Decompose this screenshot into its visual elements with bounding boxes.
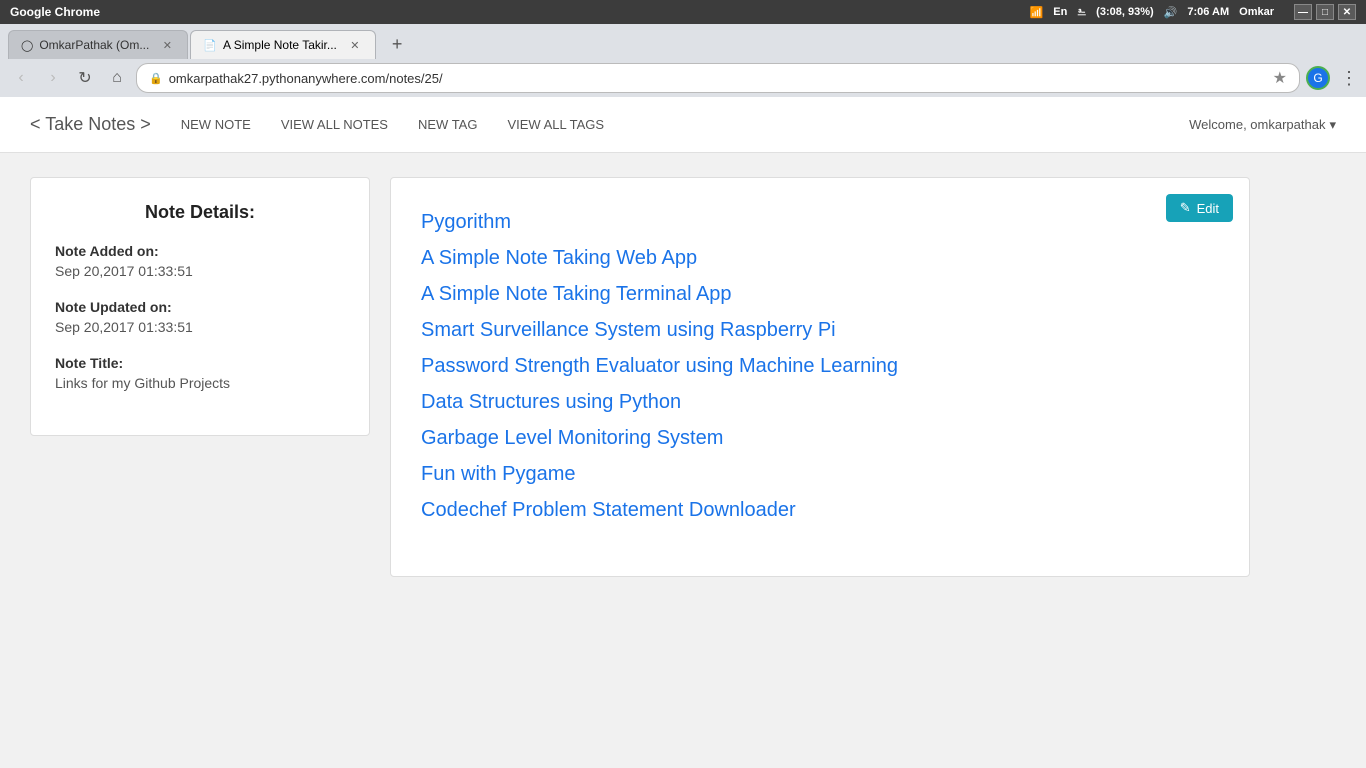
note-details-card: Note Details: Note Added on: Sep 20,2017… xyxy=(30,177,370,436)
list-item: Garbage Level Monitoring System xyxy=(421,424,1219,452)
main-content: Note Details: Note Added on: Sep 20,2017… xyxy=(0,153,1280,601)
bookmark-star-button[interactable]: ★ xyxy=(1273,68,1287,88)
note-links-list: Pygorithm A Simple Note Taking Web App A… xyxy=(421,208,1219,524)
list-item: Fun with Pygame xyxy=(421,460,1219,488)
nav-user-greeting: Welcome, omkarpathak xyxy=(1189,117,1325,132)
edit-icon: ✎ xyxy=(1180,200,1191,216)
volume-icon: 🔊 xyxy=(1164,6,1178,19)
note-updated-label: Note Updated on: xyxy=(55,299,345,315)
note-updated-value: Sep 20,2017 01:33:51 xyxy=(55,319,345,335)
address-bar: ‹ › ↻ ⌂ 🔒 omkarpathak27.pythonanywhere.c… xyxy=(0,59,1366,97)
note-link-6[interactable]: Data Structures using Python xyxy=(421,391,681,413)
url-text: omkarpathak27.pythonanywhere.com/notes/2… xyxy=(169,71,1267,86)
home-button[interactable]: ⌂ xyxy=(104,65,130,91)
os-user: Omkar xyxy=(1239,6,1274,18)
github-tab-icon: ◯ xyxy=(21,39,33,52)
os-titlebar-right: 📶 En ⎁ (3:08, 93%) 🔊 7:06 AM Omkar — □ ✕ xyxy=(1030,4,1356,20)
nav-brand[interactable]: < Take Notes > xyxy=(30,114,151,135)
tab-note[interactable]: 📄 A Simple Note Takir... ✕ xyxy=(190,30,376,59)
note-details-title: Note Details: xyxy=(55,202,345,223)
forward-button[interactable]: › xyxy=(40,65,66,91)
edit-button-label: Edit xyxy=(1197,201,1219,216)
back-button[interactable]: ‹ xyxy=(8,65,34,91)
note-added-value: Sep 20,2017 01:33:51 xyxy=(55,263,345,279)
app-container: < Take Notes > NEW NOTE VIEW ALL NOTES N… xyxy=(0,97,1366,725)
list-item: Password Strength Evaluator using Machin… xyxy=(421,352,1219,380)
list-item: A Simple Note Taking Terminal App xyxy=(421,280,1219,308)
nav-view-all-notes[interactable]: VIEW ALL NOTES xyxy=(281,117,388,132)
nav-new-tag[interactable]: NEW TAG xyxy=(418,117,477,132)
note-link-5[interactable]: Password Strength Evaluator using Machin… xyxy=(421,355,898,377)
note-title-label: Note Title: xyxy=(55,355,345,371)
note-tab-icon: 📄 xyxy=(203,39,217,52)
tab-github-close[interactable]: ✕ xyxy=(159,37,175,53)
tab-github-label: OmkarPathak (Om... xyxy=(39,38,149,52)
reload-button[interactable]: ↻ xyxy=(72,65,98,91)
list-item: Codechef Problem Statement Downloader xyxy=(421,496,1219,524)
note-link-1[interactable]: Pygorithm xyxy=(421,211,511,233)
battery-status: (3:08, 93%) xyxy=(1096,6,1153,18)
note-added-label: Note Added on: xyxy=(55,243,345,259)
new-tab-button[interactable]: + xyxy=(382,30,413,59)
note-link-7[interactable]: Garbage Level Monitoring System xyxy=(421,427,723,449)
browser-chrome: ◯ OmkarPathak (Om... ✕ 📄 A Simple Note T… xyxy=(0,24,1366,97)
os-titlebar-title: Google Chrome xyxy=(10,5,1030,19)
navbar: < Take Notes > NEW NOTE VIEW ALL NOTES N… xyxy=(0,97,1366,153)
nav-new-note[interactable]: NEW NOTE xyxy=(181,117,251,132)
bluetooth-icon: ⎁ xyxy=(1077,6,1086,19)
edit-button[interactable]: ✎ Edit xyxy=(1166,194,1233,222)
window-controls[interactable]: — □ ✕ xyxy=(1294,4,1356,20)
nav-user-menu[interactable]: Welcome, omkarpathak ▾ xyxy=(1189,117,1336,133)
list-item: A Simple Note Taking Web App xyxy=(421,244,1219,272)
note-title-value: Links for my Github Projects xyxy=(55,375,345,391)
clock: 7:06 AM xyxy=(1187,6,1229,18)
list-item: Smart Surveillance System using Raspberr… xyxy=(421,316,1219,344)
lang-indicator: En xyxy=(1053,6,1067,18)
chrome-menu-button[interactable]: ⋮ xyxy=(1340,68,1358,89)
tab-note-close[interactable]: ✕ xyxy=(347,37,363,53)
note-link-2[interactable]: A Simple Note Taking Web App xyxy=(421,247,697,269)
note-body: ✎ Edit Pygorithm A Simple Note Taking We… xyxy=(390,177,1250,577)
nav-user-dropdown-icon: ▾ xyxy=(1329,117,1336,133)
url-bar[interactable]: 🔒 omkarpathak27.pythonanywhere.com/notes… xyxy=(136,63,1300,93)
minimize-button[interactable]: — xyxy=(1294,4,1312,20)
note-link-3[interactable]: A Simple Note Taking Terminal App xyxy=(421,283,732,305)
note-link-8[interactable]: Fun with Pygame xyxy=(421,463,576,485)
list-item: Data Structures using Python xyxy=(421,388,1219,416)
close-button[interactable]: ✕ xyxy=(1338,4,1356,20)
nav-view-all-tags[interactable]: VIEW ALL TAGS xyxy=(507,117,604,132)
note-link-4[interactable]: Smart Surveillance System using Raspberr… xyxy=(421,319,836,341)
note-link-9[interactable]: Codechef Problem Statement Downloader xyxy=(421,499,796,521)
list-item: Pygorithm xyxy=(421,208,1219,236)
maximize-button[interactable]: □ xyxy=(1316,4,1334,20)
tab-github[interactable]: ◯ OmkarPathak (Om... ✕ xyxy=(8,30,188,59)
tab-bar: ◯ OmkarPathak (Om... ✕ 📄 A Simple Note T… xyxy=(0,24,1366,59)
wifi-icon: 📶 xyxy=(1030,6,1044,19)
tab-note-label: A Simple Note Takir... xyxy=(223,38,337,52)
os-titlebar: Google Chrome 📶 En ⎁ (3:08, 93%) 🔊 7:06 … xyxy=(0,0,1366,24)
lock-icon: 🔒 xyxy=(149,72,163,85)
chrome-avatar: G xyxy=(1306,66,1330,90)
